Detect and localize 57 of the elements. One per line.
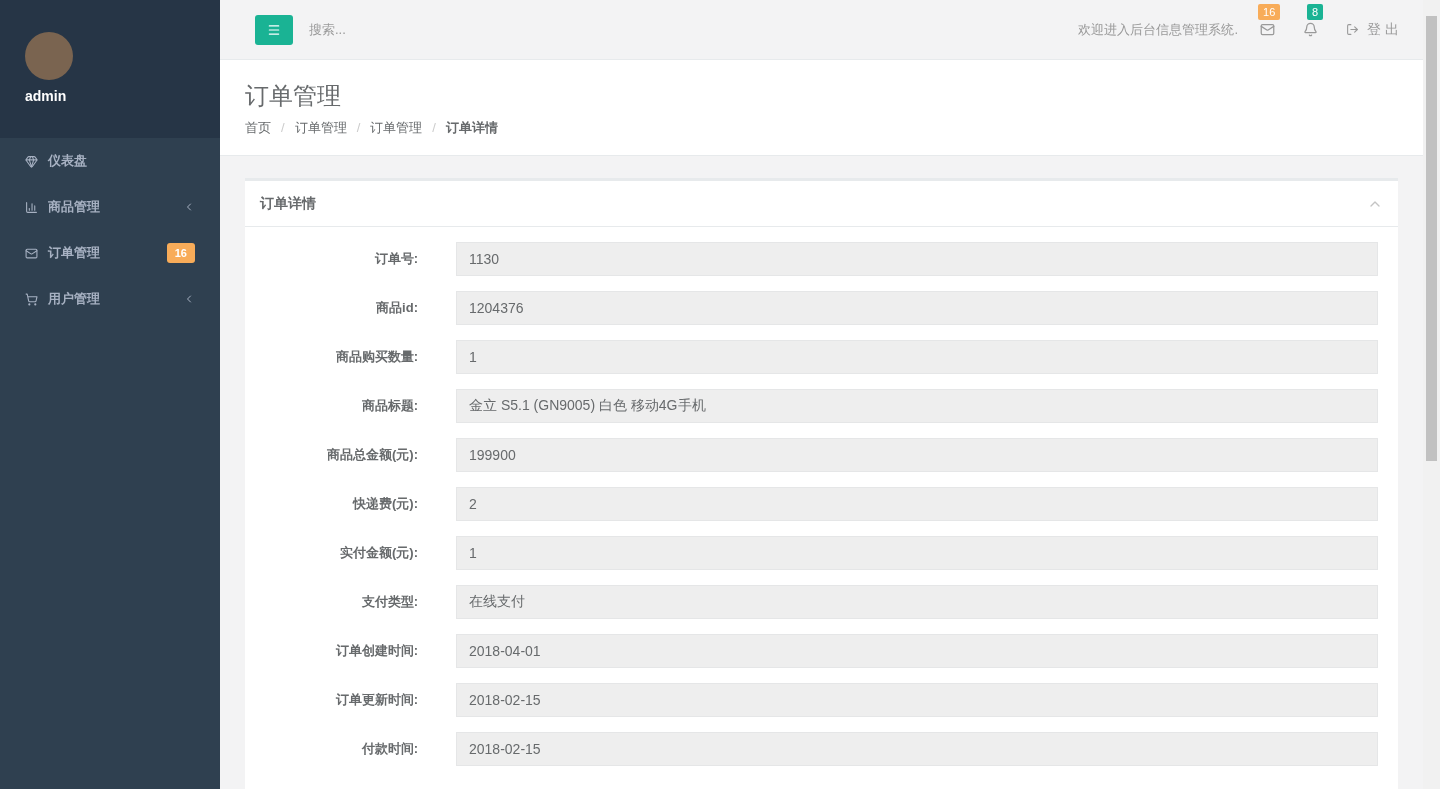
cart-icon [25, 292, 38, 306]
sidebar-label: 订单管理 [48, 244, 100, 263]
field-input[interactable]: 2018-04-01 [456, 634, 1378, 668]
breadcrumb-separator: / [356, 119, 361, 137]
welcome-text: 欢迎进入后台信息管理系统. [1078, 20, 1239, 39]
breadcrumb-link[interactable]: 订单管理 [370, 118, 423, 138]
scrollbar-thumb[interactable] [1426, 16, 1437, 461]
field-label: 快递费(元): [351, 495, 418, 514]
field-input[interactable]: 1 [456, 340, 1378, 374]
field-input[interactable]: 1 [456, 536, 1378, 570]
panel-title: 订单详情 [260, 194, 316, 213]
field-input[interactable]: 2 [456, 487, 1378, 521]
breadcrumb-link[interactable]: 订单管理 [294, 118, 347, 138]
bell-icon [1303, 22, 1319, 37]
sidebar-label: 仪表盘 [48, 152, 87, 171]
menu-icon [267, 22, 281, 37]
count-badge: 16 [1258, 4, 1281, 20]
logout-icon [1346, 23, 1360, 36]
field-input[interactable]: 金立 S5.1 (GN9005) 白色 移动4G手机 [456, 389, 1378, 423]
envelope-icon [25, 246, 38, 260]
sidebar-item[interactable]: 订单管理 16 [0, 230, 220, 276]
field-input[interactable]: 2018-02-15 [456, 732, 1378, 766]
field-label: 实付金额(元): [339, 544, 418, 563]
breadcrumb-link[interactable]: 首页 [245, 118, 271, 138]
diamond-icon [25, 154, 38, 168]
page-title: 订单管理 [245, 81, 342, 111]
sidebar-item[interactable]: 商品管理 [0, 184, 220, 230]
field-input[interactable]: 1204376 [456, 291, 1378, 325]
field-label: 订单创建时间: [334, 642, 418, 661]
field-label: 商品购买数量: [334, 348, 418, 367]
bar-chart-icon [25, 200, 38, 214]
field-label: 商品id: [375, 299, 418, 318]
count-badge: 16 [166, 242, 195, 264]
field-input[interactable]: 2018-02-15 [456, 683, 1378, 717]
user-name: admin [25, 87, 68, 106]
field-label: 订单更新时间: [334, 691, 418, 710]
breadcrumb-separator: / [432, 119, 436, 137]
avatar-placeholder [25, 32, 73, 80]
field-input[interactable]: 在线支付 [456, 585, 1378, 619]
field-label: 付款时间: [360, 740, 418, 759]
search-field[interactable]: 搜索... [309, 19, 609, 40]
logout-button[interactable]: 登 出 [1346, 19, 1399, 40]
field-label: 订单号: [373, 250, 418, 269]
sidebar-item[interactable]: 用户管理 [0, 276, 220, 322]
breadcrumb-current: 订单详情 [445, 119, 498, 137]
field-input[interactable]: 1130 [456, 242, 1378, 276]
field-label: 商品总金额(元): [326, 446, 418, 465]
field-label: 支付类型: [360, 593, 418, 612]
envelope-icon [1260, 22, 1276, 37]
count-badge: 8 [1307, 4, 1324, 20]
menu-button[interactable] [255, 14, 293, 45]
field-label: 商品标题: [360, 397, 418, 416]
sidebar-label: 用户管理 [48, 290, 100, 309]
breadcrumb-separator: / [281, 119, 285, 137]
sidebar-item[interactable]: 仪表盘 [0, 138, 220, 184]
field-input[interactable]: 199900 [456, 438, 1378, 472]
sidebar-label: 商品管理 [48, 198, 100, 217]
